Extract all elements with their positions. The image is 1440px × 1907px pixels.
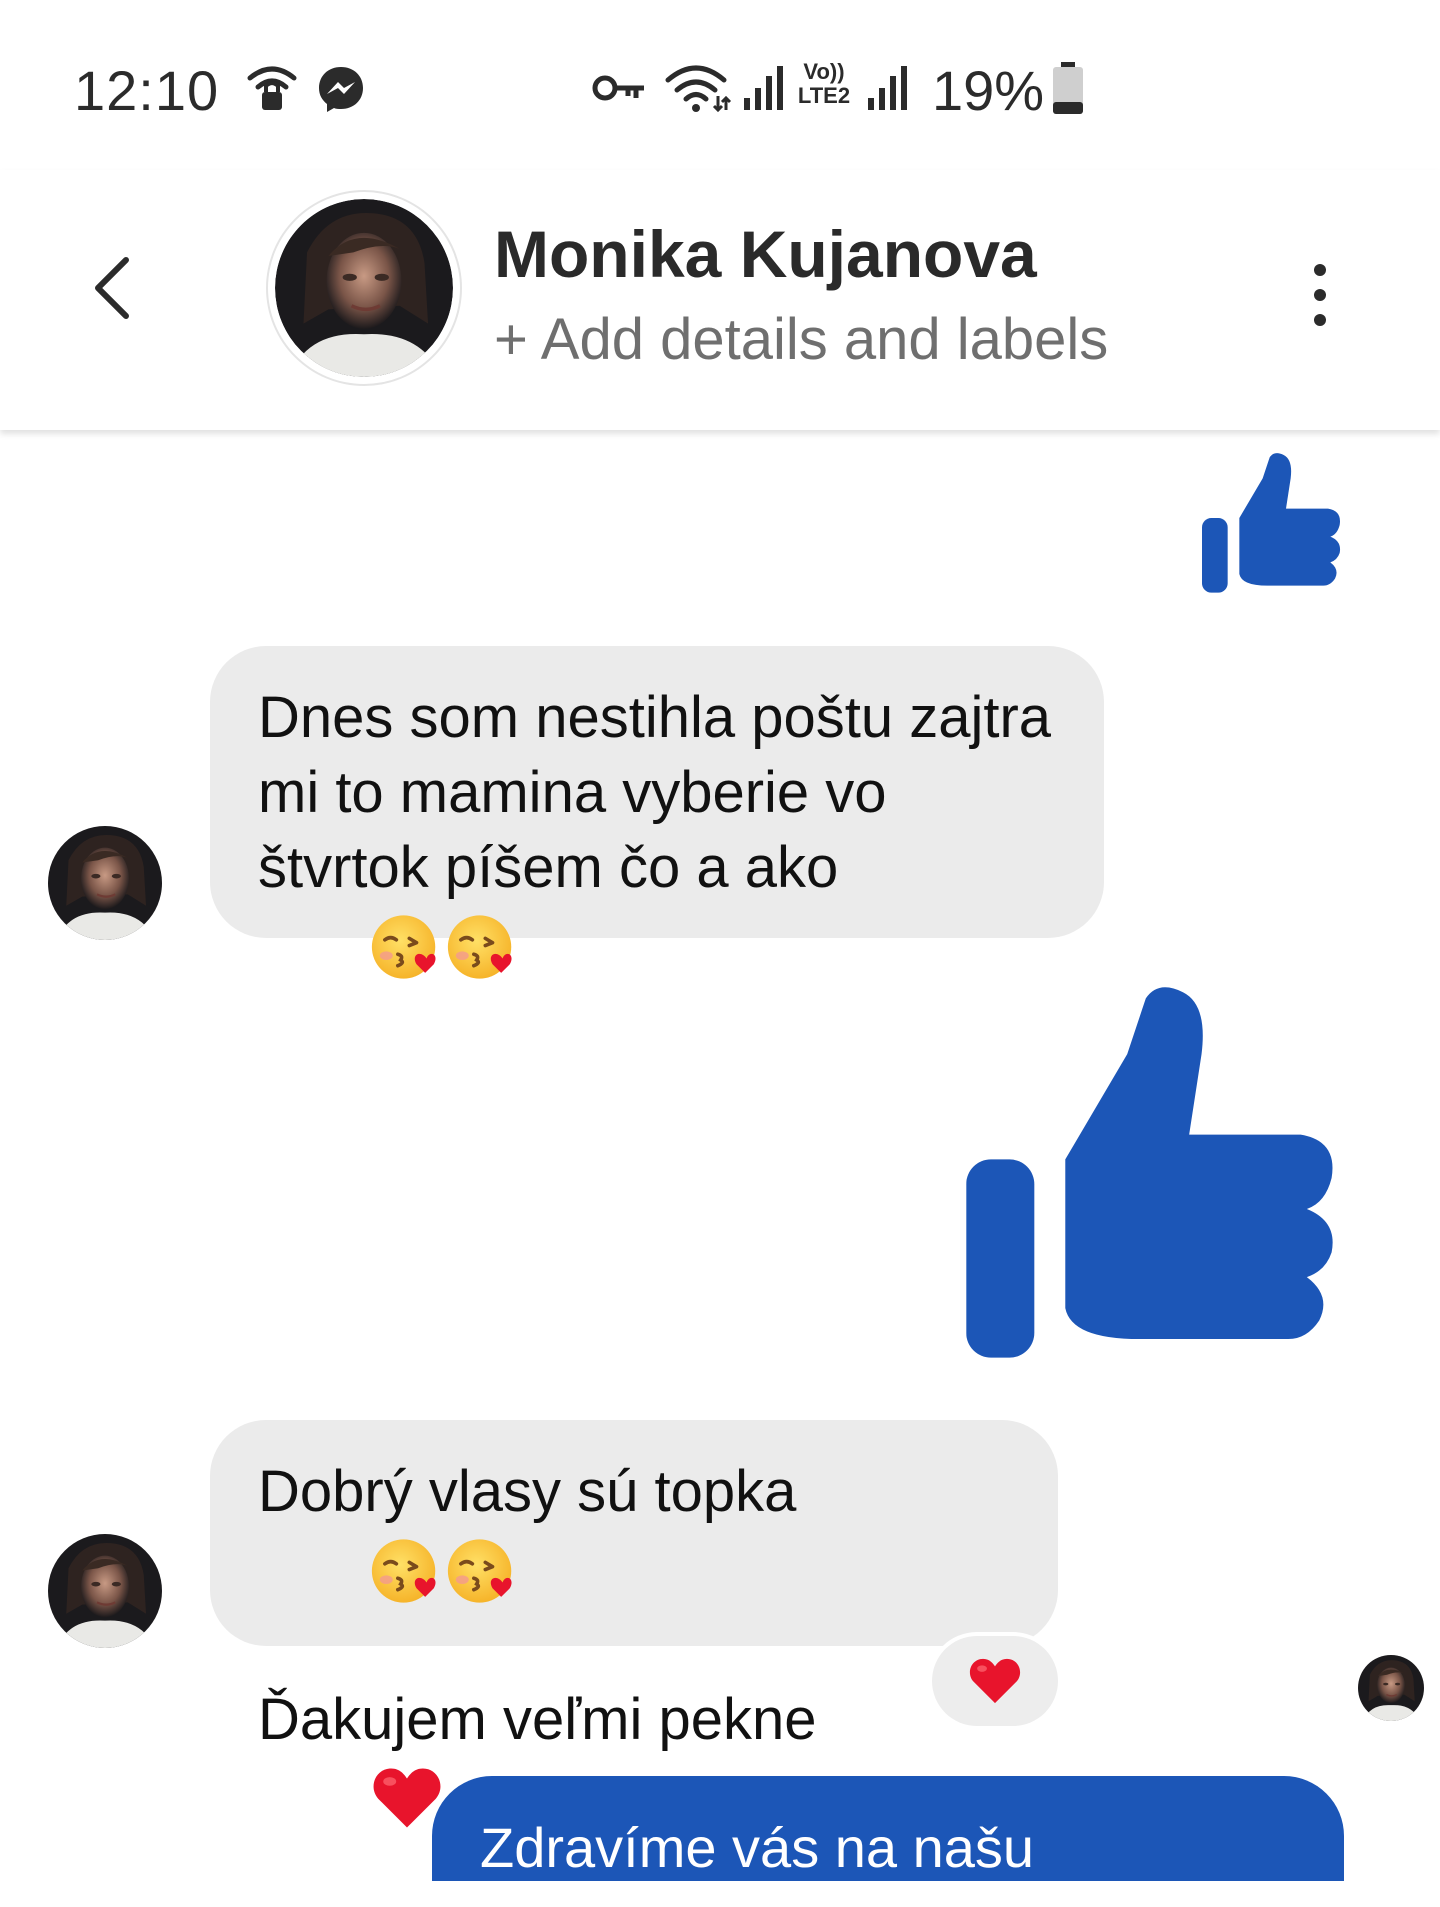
message-text: Ďakujem veľmi pekne	[258, 1686, 817, 1752]
read-receipt-avatar	[1358, 1655, 1424, 1721]
message-text: Dnes som nestihla poštu zajtra	[258, 685, 1052, 750]
message-text: Dobrý vlasy sú topka	[258, 1459, 797, 1524]
signal-icon	[868, 66, 907, 110]
kissing-heart-emoji-icon	[369, 1535, 441, 1607]
message-reaction[interactable]	[932, 1636, 1058, 1726]
contact-name[interactable]: Monika Kujanova	[494, 216, 1037, 292]
avatar-photo	[275, 199, 453, 377]
avatar-photo	[1358, 1655, 1424, 1721]
message-bubble[interactable]: Dobrý vlasy sú topka Ďakujem veľmi pekne	[210, 1420, 1058, 1646]
avatar[interactable]	[48, 1534, 162, 1648]
thumbs-up-icon[interactable]	[1202, 452, 1342, 598]
add-details-link[interactable]: + Add details and labels	[494, 306, 1108, 373]
kissing-heart-emoji-icon	[445, 1535, 517, 1607]
chevron-left-icon[interactable]	[84, 252, 144, 322]
message-line: štvrtok píšem čo a ako	[258, 830, 1056, 1058]
message-bubble[interactable]: Dnes som nestihla poštu zajtra mi to mam…	[210, 646, 1104, 938]
avatar-photo	[48, 1534, 162, 1648]
message-line: Dobrý vlasy sú topka	[258, 1454, 1010, 1682]
avatar[interactable]	[48, 826, 162, 940]
red-heart-emoji-icon	[371, 1765, 443, 1831]
battery-percent: 19%	[932, 59, 1045, 122]
status-bar: 12:10 Vo)) LTE2 19%	[0, 0, 1440, 170]
message-text: štvrtok píšem čo a ako	[258, 835, 839, 900]
conversation-header: Monika Kujanova + Add details and labels	[0, 170, 1440, 430]
message-bubble-outgoing[interactable]: Zdravíme vás na našu	[432, 1776, 1344, 1881]
wifi-icon	[665, 65, 732, 113]
battery-icon	[1053, 62, 1083, 114]
status-time: 12:10	[74, 59, 220, 122]
kissing-heart-emoji-icon	[445, 911, 517, 983]
signal-icon	[744, 66, 783, 110]
more-vertical-icon[interactable]	[1300, 260, 1340, 330]
avatar-photo	[48, 826, 162, 940]
kissing-heart-emoji-icon	[369, 911, 441, 983]
wifi-lock-icon	[247, 66, 297, 110]
thumbs-up-icon[interactable]	[966, 986, 1338, 1370]
volte-indicator: Vo)) LTE2	[797, 59, 851, 108]
red-heart-emoji-icon	[968, 1656, 1022, 1706]
messenger-icon	[319, 67, 363, 112]
avatar[interactable]	[268, 192, 460, 384]
message-text: mi to mamina vyberie vo	[258, 760, 887, 825]
message-text: Zdravíme vás na našu	[480, 1816, 1035, 1879]
vpn-key-icon	[592, 75, 644, 101]
